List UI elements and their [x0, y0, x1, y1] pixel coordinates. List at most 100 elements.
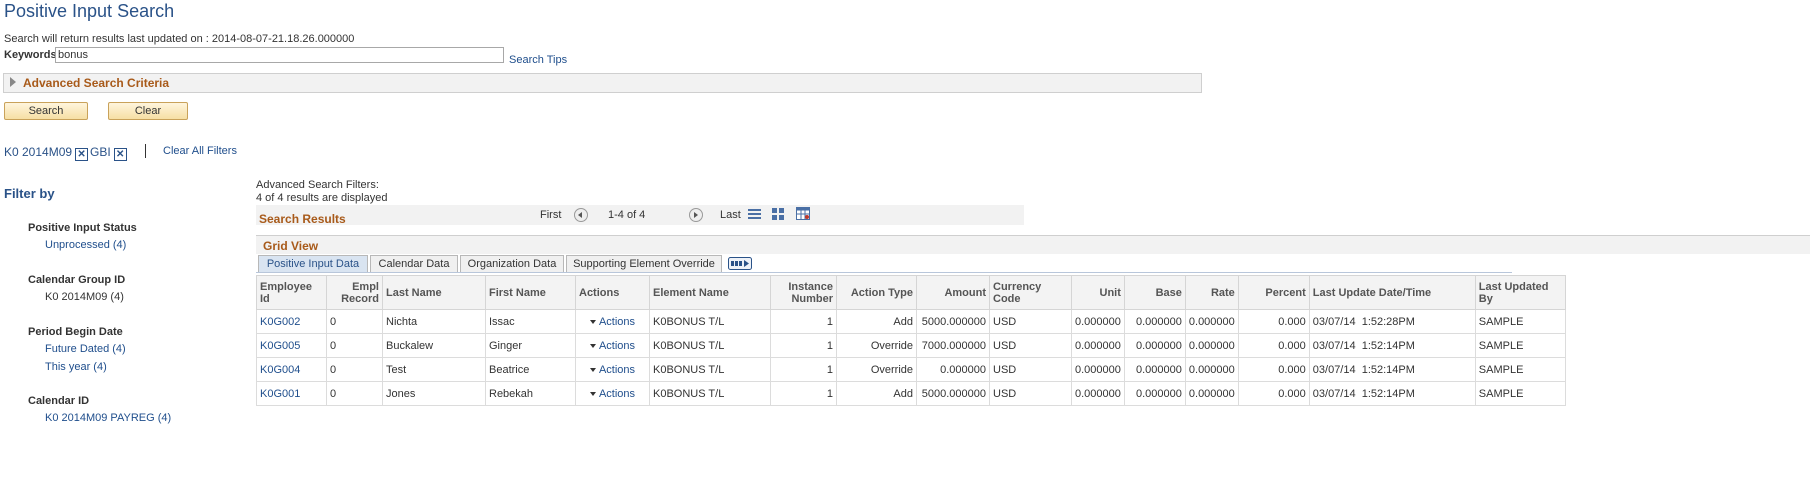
last-update: 03/07/14 1:52:14PM	[1308, 357, 1476, 382]
tab-supporting-element-override[interactable]: Supporting Element Override	[566, 255, 722, 272]
col-base[interactable]: Base	[1123, 275, 1186, 310]
col-first-name[interactable]: First Name	[485, 275, 576, 310]
filter-chip: K0 2014M09 ✕	[4, 145, 89, 161]
dropdown-caret-icon	[589, 319, 596, 324]
search-tips-link[interactable]: Search Tips	[509, 54, 567, 66]
spreadsheet-icon[interactable]	[796, 207, 810, 223]
percent: 0.000	[1237, 333, 1310, 358]
amount: 7000.000000	[916, 333, 990, 358]
col-last-update[interactable]: Last Update Date/Time	[1308, 275, 1476, 310]
col-action-type[interactable]: Action Type	[836, 275, 917, 310]
rate: 0.000000	[1184, 381, 1239, 406]
amount: 5000.000000	[916, 381, 990, 406]
filter-item-unprocessed[interactable]: Unprocessed (4)	[45, 239, 126, 251]
element-name: K0BONUS T/L	[649, 381, 771, 406]
last-update: 03/07/14 1:52:14PM	[1308, 333, 1476, 358]
col-actions[interactable]: Actions	[575, 275, 650, 310]
last-name: Jones	[382, 381, 486, 406]
last-page-link[interactable]: Last	[720, 209, 741, 221]
grid-view-icon[interactable]	[772, 208, 785, 223]
clear-button[interactable]: Clear	[108, 102, 188, 120]
grid-view-panel: Grid View Positive Input Data Calendar D…	[256, 235, 1810, 410]
employee-id-link[interactable]: K0G004	[260, 364, 300, 376]
actions-menu-link[interactable]: Actions	[599, 388, 635, 400]
clear-all-filters-link[interactable]: Clear All Filters	[163, 145, 237, 157]
base: 0.000000	[1123, 357, 1186, 382]
remove-filter-icon[interactable]: ✕	[75, 148, 89, 161]
advanced-search-criteria-bar[interactable]: Advanced Search Criteria	[3, 73, 1202, 93]
filter-item-calendar-id[interactable]: K0 2014M09 PAYREG (4)	[45, 412, 171, 424]
col-percent[interactable]: Percent	[1237, 275, 1310, 310]
actions-menu-link[interactable]: Actions	[599, 316, 635, 328]
unit: 0.000000	[1071, 381, 1125, 406]
action-type: Override	[836, 357, 917, 382]
col-currency-code[interactable]: Currency Code	[989, 275, 1072, 310]
percent: 0.000	[1237, 309, 1310, 334]
col-instance-number[interactable]: Instance Number	[770, 275, 837, 310]
tab-organization-data[interactable]: Organization Data	[460, 255, 564, 272]
employee-id-link[interactable]: K0G001	[260, 388, 300, 400]
last-updated-info: Search will return results last updated …	[4, 33, 355, 45]
remove-filter-icon[interactable]: ✕	[113, 148, 127, 161]
next-page-icon[interactable]	[689, 208, 703, 222]
page-title: Positive Input Search	[4, 1, 175, 21]
tab-calendar-data[interactable]: Calendar Data	[370, 255, 458, 272]
filter-by-title: Filter by	[4, 186, 55, 201]
instance-number: 1	[770, 309, 837, 334]
instance-number: 1	[770, 357, 837, 382]
first-page-link[interactable]: First	[540, 209, 561, 221]
last-updated-by: SAMPLE	[1474, 309, 1566, 334]
filter-group-title: Positive Input Status	[28, 222, 137, 234]
filter-chip-label: GBI	[90, 145, 111, 159]
employee-id-link[interactable]: K0G002	[260, 316, 300, 328]
keywords-input[interactable]	[55, 47, 504, 63]
filter-chip: GBI ✕	[90, 145, 127, 161]
filter-item-calendar-group: K0 2014M09 (4)	[45, 291, 124, 303]
empl-record: 0	[326, 357, 383, 382]
first-name: Beatrice	[485, 357, 576, 382]
col-amount[interactable]: Amount	[916, 275, 990, 310]
base: 0.000000	[1123, 381, 1186, 406]
dropdown-caret-icon	[589, 367, 596, 372]
col-unit[interactable]: Unit	[1071, 275, 1125, 310]
last-name: Buckalew	[382, 333, 486, 358]
actions-menu-link[interactable]: Actions	[599, 340, 635, 352]
col-last-name[interactable]: Last Name	[382, 275, 486, 310]
col-empl-record[interactable]: Empl Record	[326, 275, 383, 310]
previous-page-icon[interactable]	[574, 208, 588, 222]
expand-arrow-icon[interactable]	[10, 77, 16, 87]
unit: 0.000000	[1071, 333, 1125, 358]
action-type: Add	[836, 309, 917, 334]
list-view-icon[interactable]	[748, 208, 761, 223]
filter-chip-label: K0 2014M09	[4, 145, 73, 159]
unit: 0.000000	[1071, 309, 1125, 334]
tab-positive-input-data[interactable]: Positive Input Data	[258, 255, 368, 273]
dropdown-caret-icon	[589, 343, 596, 348]
keywords-label: Keywords	[4, 49, 57, 61]
currency-code: USD	[989, 309, 1072, 334]
currency-code: USD	[989, 381, 1072, 406]
page-range: 1-4 of 4	[608, 209, 646, 221]
action-type: Override	[836, 333, 917, 358]
filter-item-future-dated[interactable]: Future Dated (4)	[45, 343, 126, 355]
empl-record: 0	[326, 333, 383, 358]
show-all-columns-icon[interactable]	[728, 257, 752, 273]
search-button[interactable]: Search	[4, 102, 88, 120]
percent: 0.000	[1237, 381, 1310, 406]
last-name: Test	[382, 357, 486, 382]
col-last-updated-by[interactable]: Last Updated By	[1474, 275, 1566, 310]
empl-record: 0	[326, 309, 383, 334]
element-name: K0BONUS T/L	[649, 309, 771, 334]
first-name: Issac	[485, 309, 576, 334]
col-rate[interactable]: Rate	[1184, 275, 1239, 310]
filter-group-title: Calendar Group ID	[28, 274, 126, 286]
col-element-name[interactable]: Element Name	[649, 275, 771, 310]
last-name: Nichta	[382, 309, 486, 334]
actions-menu-link[interactable]: Actions	[599, 364, 635, 376]
advanced-search-criteria-label: Advanced Search Criteria	[23, 76, 170, 90]
element-name: K0BONUS T/L	[649, 357, 771, 382]
filter-item-this-year[interactable]: This year (4)	[45, 361, 107, 373]
table-row: K0G004 0 Test Beatrice Actions K0BONUS T…	[256, 357, 1566, 382]
employee-id-link[interactable]: K0G005	[260, 340, 300, 352]
col-employee-id[interactable]: Employee Id	[256, 275, 327, 310]
